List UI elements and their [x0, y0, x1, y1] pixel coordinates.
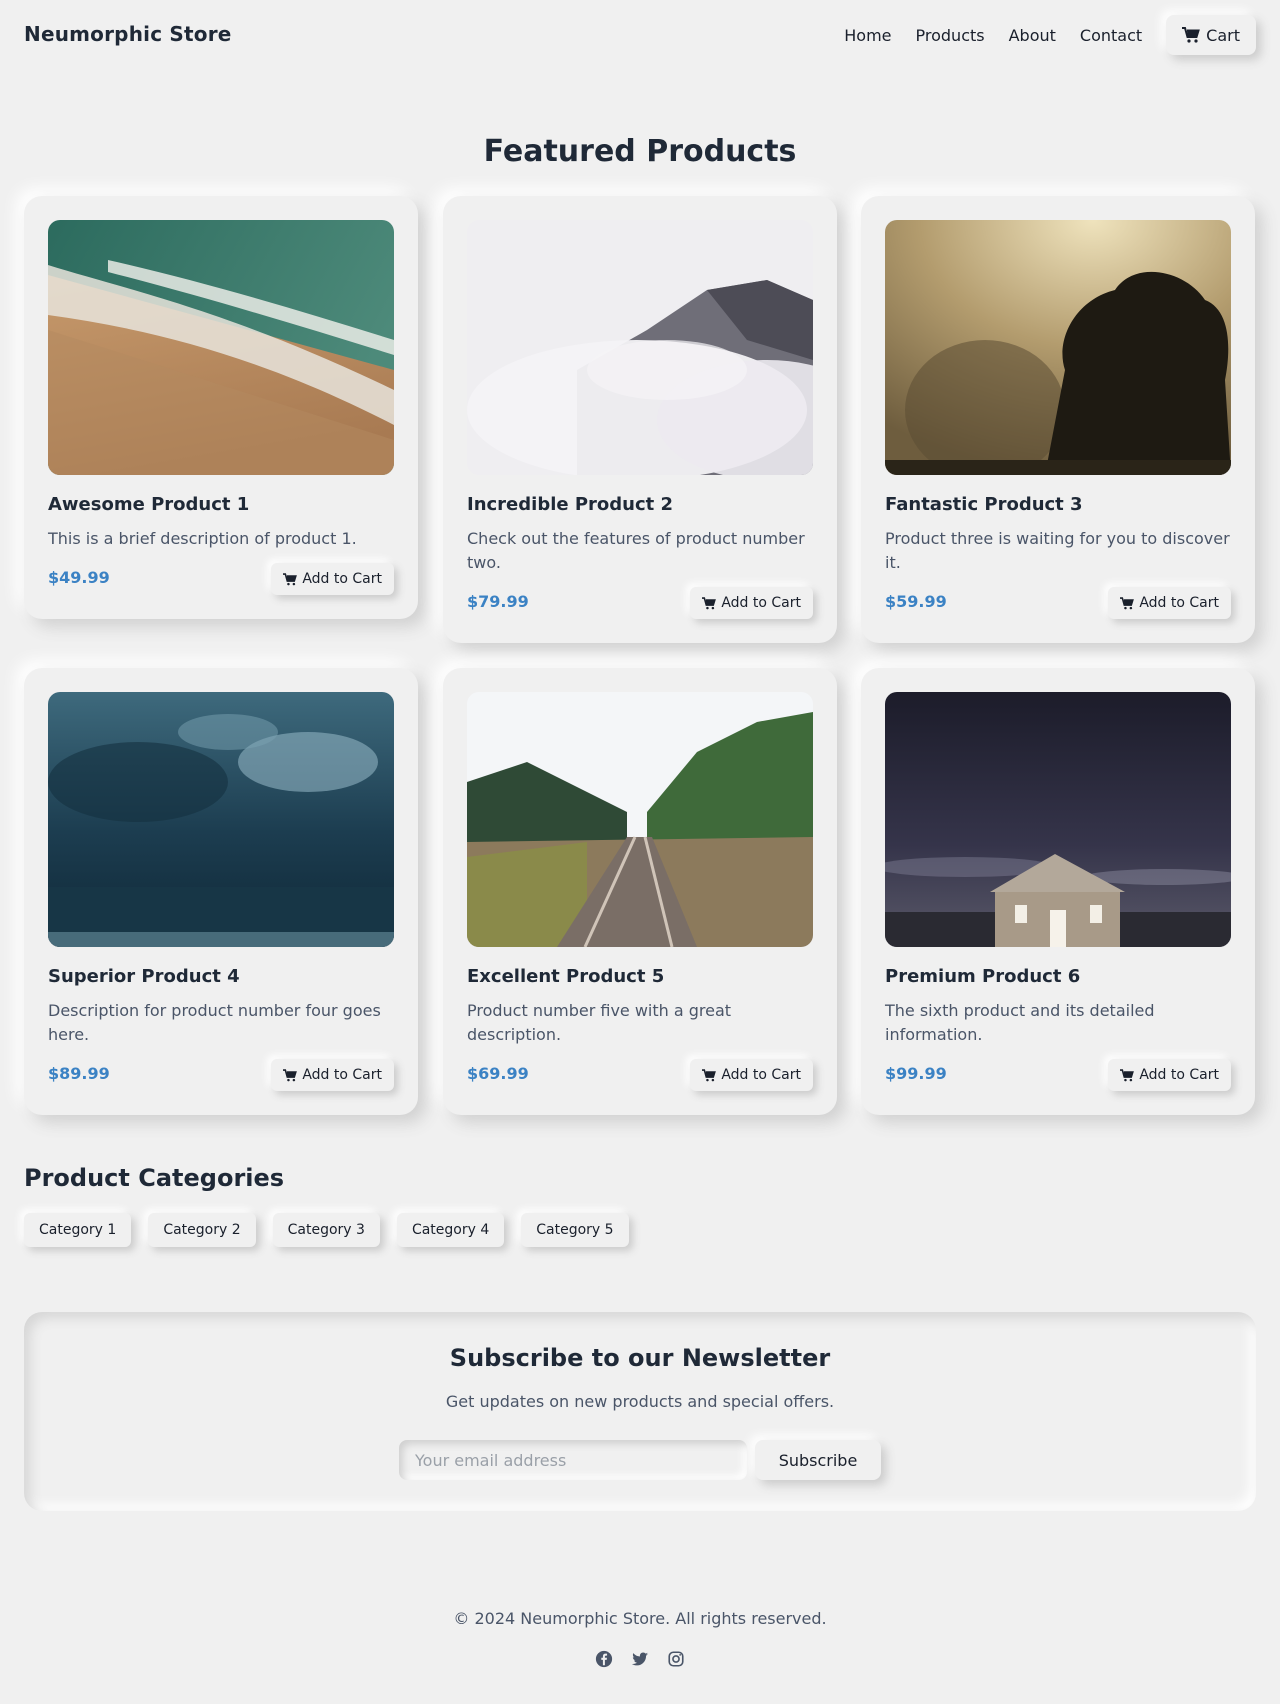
product-description: Product number five with a great descrip…	[467, 1001, 732, 1044]
product-description: This is a brief description of product 1…	[48, 529, 357, 548]
brand-logo[interactable]: Neumorphic Store	[24, 22, 232, 46]
newsletter-title: Subscribe to our Newsletter	[449, 1344, 831, 1372]
product-card: Awesome Product 1 This is a brief descri…	[24, 196, 418, 619]
add-to-cart-label: Add to Cart	[1139, 1067, 1219, 1083]
add-to-cart-label: Add to Cart	[302, 571, 382, 587]
main-nav: Home Products About Contact Cart	[844, 15, 1256, 55]
product-description: Product three is waiting for you to disc…	[885, 529, 1230, 572]
nav-about[interactable]: About	[1009, 26, 1056, 45]
product-title[interactable]: Fantastic Product 3	[885, 494, 1083, 515]
add-to-cart-button[interactable]: Add to Cart	[1108, 1059, 1231, 1091]
add-to-cart-label: Add to Cart	[302, 1067, 382, 1083]
product-price: $59.99	[885, 592, 947, 611]
nav-products[interactable]: Products	[916, 26, 985, 45]
email-input[interactable]	[399, 1440, 747, 1480]
product-price: $89.99	[48, 1064, 110, 1083]
nav-contact[interactable]: Contact	[1080, 26, 1142, 45]
product-title[interactable]: Awesome Product 1	[48, 494, 249, 515]
product-price: $69.99	[467, 1064, 529, 1083]
add-to-cart-label: Add to Cart	[721, 595, 801, 611]
category-button[interactable]: Category 2	[148, 1213, 256, 1247]
copyright-text: © 2024 Neumorphic Store. All rights rese…	[453, 1609, 827, 1628]
product-description: Check out the features of product number…	[467, 529, 805, 572]
category-button[interactable]: Category 3	[272, 1213, 380, 1247]
add-to-cart-button[interactable]: Add to Cart	[690, 587, 813, 619]
category-list: Category 1 Category 2 Category 3 Categor…	[24, 1213, 646, 1247]
add-to-cart-button[interactable]: Add to Cart	[1108, 587, 1231, 619]
product-image-foggy-trees	[885, 220, 1231, 475]
cart-icon	[1120, 1068, 1135, 1081]
cart-icon	[1182, 27, 1201, 43]
add-to-cart-label: Add to Cart	[721, 1067, 801, 1083]
cart-icon	[1120, 596, 1135, 609]
product-card: Premium Product 6 The sixth product and …	[861, 668, 1255, 1115]
site-header: Neumorphic Store Home Products About Con…	[0, 0, 1280, 72]
category-button[interactable]: Category 1	[24, 1213, 132, 1247]
product-image-mountain	[467, 220, 813, 475]
facebook-icon[interactable]	[595, 1650, 613, 1668]
product-description: Description for product number four goes…	[48, 1001, 381, 1044]
cart-icon	[702, 596, 717, 609]
add-to-cart-label: Add to Cart	[1139, 595, 1219, 611]
category-button[interactable]: Category 5	[521, 1213, 629, 1247]
newsletter-form: Subscribe	[399, 1440, 881, 1480]
product-card: Excellent Product 5 Product number five …	[443, 668, 837, 1115]
newsletter-panel: Subscribe to our Newsletter Get updates …	[24, 1312, 1256, 1511]
cart-icon	[283, 1068, 298, 1081]
cart-button[interactable]: Cart	[1166, 15, 1256, 55]
category-button[interactable]: Category 4	[396, 1213, 505, 1247]
product-title[interactable]: Incredible Product 2	[467, 494, 673, 515]
product-description: The sixth product and its detailed infor…	[885, 1001, 1155, 1044]
product-image-railway	[467, 692, 813, 947]
product-price: $99.99	[885, 1064, 947, 1083]
featured-title: Featured Products	[483, 134, 797, 169]
cart-icon	[283, 572, 298, 585]
product-title[interactable]: Superior Product 4	[48, 966, 240, 987]
add-to-cart-button[interactable]: Add to Cart	[271, 1059, 394, 1091]
product-card: Superior Product 4 Description for produ…	[24, 668, 418, 1115]
product-title[interactable]: Excellent Product 5	[467, 966, 664, 987]
social-links	[0, 1650, 1280, 1668]
product-image-beach	[48, 220, 394, 475]
product-card: Fantastic Product 3 Product three is wai…	[861, 196, 1255, 643]
product-title[interactable]: Premium Product 6	[885, 966, 1080, 987]
cart-label: Cart	[1206, 25, 1240, 45]
subscribe-button[interactable]: Subscribe	[755, 1440, 881, 1480]
newsletter-subtitle: Get updates on new products and special …	[445, 1392, 835, 1411]
product-card: Incredible Product 2 Check out the featu…	[443, 196, 837, 643]
product-image-house-night	[885, 692, 1231, 947]
twitter-icon[interactable]	[631, 1650, 649, 1668]
instagram-icon[interactable]	[667, 1650, 685, 1668]
product-price: $79.99	[467, 592, 529, 611]
add-to-cart-button[interactable]: Add to Cart	[690, 1059, 813, 1091]
add-to-cart-button[interactable]: Add to Cart	[271, 563, 394, 595]
product-image-stormy-sea	[48, 692, 394, 947]
categories-title: Product Categories	[24, 1164, 285, 1192]
cart-icon	[702, 1068, 717, 1081]
nav-home[interactable]: Home	[844, 26, 891, 45]
product-price: $49.99	[48, 568, 110, 587]
